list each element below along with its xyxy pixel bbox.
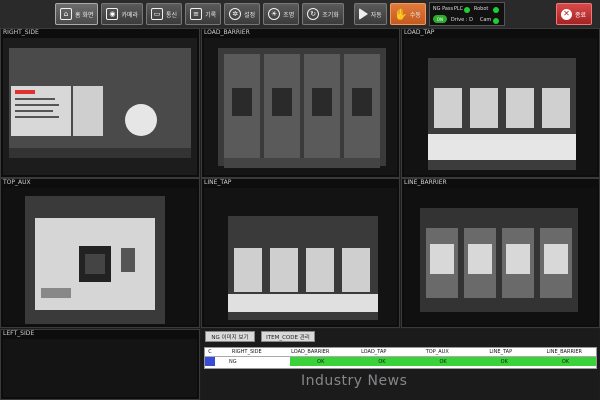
panel-title: LINE_TAP [204, 179, 232, 186]
cam-label: Cam [479, 17, 492, 23]
lighting-button[interactable]: ☀ 조명 [263, 3, 300, 25]
camera-panel-line-barrier: LINE_BARRIER [401, 178, 600, 328]
camera-image-top-aux [3, 188, 197, 325]
vision-inspection-app: ⌂ 홈 화면 ◉ 카메라 ▭ 통신 ≡ 기록 ✲ 설정 ☀ 조명 ↻ 조기화 자… [0, 0, 600, 400]
close-icon: ✕ [561, 8, 572, 20]
header-cell: TOP_AUX [425, 349, 449, 355]
communication-button[interactable]: ▭ 통신 [146, 3, 183, 25]
camera-image-load-tap [404, 38, 597, 175]
result-cell: OK [439, 358, 447, 365]
home-button[interactable]: ⌂ 홈 화면 [55, 3, 99, 25]
refresh-icon: ↻ [307, 8, 320, 20]
hand-icon: ✋ [393, 7, 408, 21]
plc-status-indicator [463, 7, 470, 13]
result-cell: OK [561, 358, 570, 365]
watermark-text: Industry News [301, 373, 408, 389]
camera-label: 카메라 [121, 11, 139, 19]
document-icon: ≡ [190, 8, 203, 20]
toolbar: ⌂ 홈 화면 ◉ 카메라 ▭ 통신 ≡ 기록 ✲ 설정 ☀ 조명 ↻ 조기화 자… [0, 0, 600, 28]
play-icon [358, 8, 368, 20]
status-panel: NG Pass ON PLC Robot Drive : D Cam [428, 2, 505, 26]
panel-title: LINE_BARRIER [404, 179, 447, 186]
record-label: 기록 [205, 11, 217, 19]
camera-button[interactable]: ◉ 카메라 [101, 3, 144, 25]
settings-button[interactable]: ✲ 설정 [224, 3, 261, 25]
camera-panel-top-aux: TOP_AUX [0, 178, 200, 328]
table-row[interactable]: NG OK OK OK OK OK [205, 357, 596, 366]
row-marker [205, 357, 215, 366]
home-label: 홈 화면 [75, 11, 94, 19]
settings-label: 설정 [244, 11, 256, 19]
results-header: C RIGHT_SIDE LOAD_BARRIER LOAD_TAP TOP_A… [205, 348, 596, 357]
item-code-manage-button[interactable]: ITEM_CODE 관리 [261, 331, 315, 342]
communication-label: 통신 [166, 11, 178, 19]
camera-panel-left-side: LEFT_SIDE [0, 329, 200, 400]
manual-mode-button[interactable]: ✋ 수동 [389, 3, 426, 25]
camera-image-right-side [3, 38, 197, 175]
result-cell: NG [215, 357, 291, 366]
ng-image-view-button[interactable]: NG 이미지 보기 [205, 331, 255, 342]
result-cell: OK [378, 358, 386, 365]
panel-title: LOAD_TAP [404, 29, 435, 36]
reset-button[interactable]: ↻ 조기화 [302, 3, 344, 25]
auto-mode-button[interactable]: 자동 [353, 3, 387, 25]
manual-label: 수동 [409, 11, 421, 19]
camera-panel-right-side: RIGHT_SIDE [0, 28, 200, 178]
panel-title: LEFT_SIDE [3, 330, 35, 337]
exit-button[interactable]: ✕ 종료 [556, 3, 592, 25]
ng-pass-toggle[interactable]: ON [432, 15, 447, 23]
auto-label: 자동 [370, 11, 382, 19]
camera-image-line-tap [204, 188, 397, 325]
header-cell: LINE_BARRIER [546, 349, 583, 355]
camera-panel-load-barrier: LOAD_BARRIER [201, 28, 400, 178]
camera-image-left-side [3, 339, 197, 397]
lighting-label: 조명 [283, 11, 295, 19]
header-cell: LOAD_TAP [361, 349, 387, 355]
robot-status-indicator [492, 7, 499, 13]
robot-label: Robot [473, 6, 489, 12]
header-cell: LINE_TAP [489, 349, 513, 355]
camera-icon: ◉ [106, 8, 119, 20]
result-cell: OK [317, 358, 325, 365]
header-cell: RIGHT_SIDE [231, 349, 262, 355]
result-cell: OK [500, 358, 508, 365]
results-area: NG 이미지 보기 ITEM_CODE 관리 C RIGHT_SIDE LOAD… [201, 329, 599, 400]
home-icon: ⌂ [60, 8, 72, 20]
header-cell: C [208, 349, 212, 355]
lightbulb-icon: ☀ [268, 8, 281, 20]
header-cell: LOAD_BARRIER [291, 349, 330, 355]
drive-label: Drive : D [450, 17, 473, 23]
cam-status-indicator [492, 18, 499, 24]
panel-title: RIGHT_SIDE [3, 29, 39, 36]
camera-image-load-barrier [204, 38, 397, 175]
camera-panel-load-tap: LOAD_TAP [401, 28, 600, 178]
plc-label: PLC [453, 6, 464, 12]
ng-pass-label: NG Pass [432, 6, 454, 12]
camera-image-line-barrier [404, 188, 597, 325]
panel-title: LOAD_BARRIER [204, 29, 250, 36]
monitor-icon: ▭ [151, 8, 164, 20]
exit-label: 종료 [575, 11, 587, 19]
reset-label: 조기화 [322, 11, 339, 19]
camera-panel-line-tap: LINE_TAP [201, 178, 400, 328]
results-table: C RIGHT_SIDE LOAD_BARRIER LOAD_TAP TOP_A… [204, 347, 597, 369]
gear-icon: ✲ [229, 8, 242, 20]
panel-title: TOP_AUX [3, 179, 31, 186]
record-button[interactable]: ≡ 기록 [185, 3, 222, 25]
